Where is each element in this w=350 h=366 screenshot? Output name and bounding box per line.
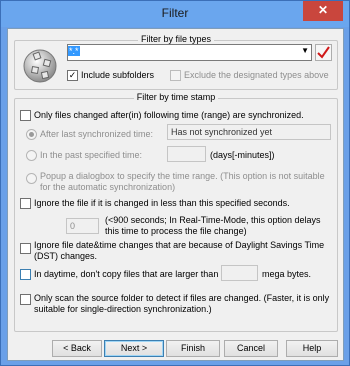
popup-dialog-radio[interactable]	[26, 173, 37, 184]
help-button[interactable]: Help	[286, 340, 338, 357]
daytime-size-label: In daytime, don't copy files that are la…	[34, 269, 219, 279]
ignore-changed-label: Ignore the file if it is changed in less…	[34, 198, 290, 208]
ignore-changed-checkbox[interactable]	[20, 198, 31, 209]
past-time-label: In the past specified time:	[40, 150, 143, 160]
file-filter-icon	[23, 49, 57, 83]
dst-label: Ignore file date&time changes that are b…	[34, 240, 325, 261]
last-sync-time-field[interactable]: Has not synchronized yet	[167, 124, 331, 140]
title-bar[interactable]: Filter ✕	[1, 1, 349, 27]
include-subfolders-label: Include subfolders	[81, 70, 155, 80]
past-time-radio[interactable]	[26, 150, 37, 161]
cancel-button[interactable]: Cancel	[224, 340, 278, 357]
close-icon: ✕	[317, 3, 329, 17]
confirm-filter-button[interactable]	[315, 44, 332, 61]
only-changed-checkbox[interactable]	[20, 110, 31, 121]
exclude-types-checkbox[interactable]	[170, 70, 181, 81]
finish-button[interactable]: Finish	[166, 340, 220, 357]
file-type-filter-value: *.*	[68, 46, 80, 56]
popup-dialog-label: Popup a dialogbox to specify the time ra…	[40, 171, 325, 192]
only-changed-label: Only files changed after(in) following t…	[34, 110, 304, 120]
include-subfolders-checkbox[interactable]: ✓	[67, 70, 78, 81]
daytime-size-checkbox[interactable]	[20, 269, 31, 280]
back-button[interactable]: < Back	[52, 340, 102, 357]
dst-checkbox[interactable]	[20, 243, 31, 254]
seconds-note: (<900 seconds; In Real-Time-Mode, this o…	[105, 215, 321, 236]
red-checkmark-icon	[317, 46, 330, 59]
time-stamp-legend: Filter by time stamp	[133, 92, 219, 102]
exclude-types-label: Exclude the designated types above	[184, 70, 329, 80]
window-title: Filter	[161, 6, 189, 20]
filter-dialog: Filter ✕ Filter by file types *.* ▼ ✓ In…	[0, 0, 350, 366]
close-button[interactable]: ✕	[303, 1, 343, 21]
chevron-down-icon[interactable]: ▼	[301, 46, 309, 55]
past-time-units: (days[-minutes])	[210, 150, 275, 160]
daytime-size-field[interactable]	[221, 265, 258, 281]
seconds-field[interactable]: 0	[66, 218, 99, 234]
dialog-body: Filter by file types *.* ▼ ✓ Include sub…	[7, 28, 344, 361]
after-last-sync-radio[interactable]	[26, 129, 37, 140]
past-time-field[interactable]	[167, 146, 206, 162]
file-types-legend: Filter by file types	[137, 34, 215, 44]
scan-source-label: Only scan the source folder to detect if…	[34, 293, 330, 314]
scan-source-checkbox[interactable]	[20, 294, 31, 305]
after-last-sync-label: After last synchronized time:	[40, 129, 154, 139]
file-type-filter-combobox[interactable]: *.* ▼	[67, 44, 312, 61]
next-button[interactable]: Next >	[104, 340, 164, 357]
daytime-size-units: mega bytes.	[262, 269, 312, 279]
